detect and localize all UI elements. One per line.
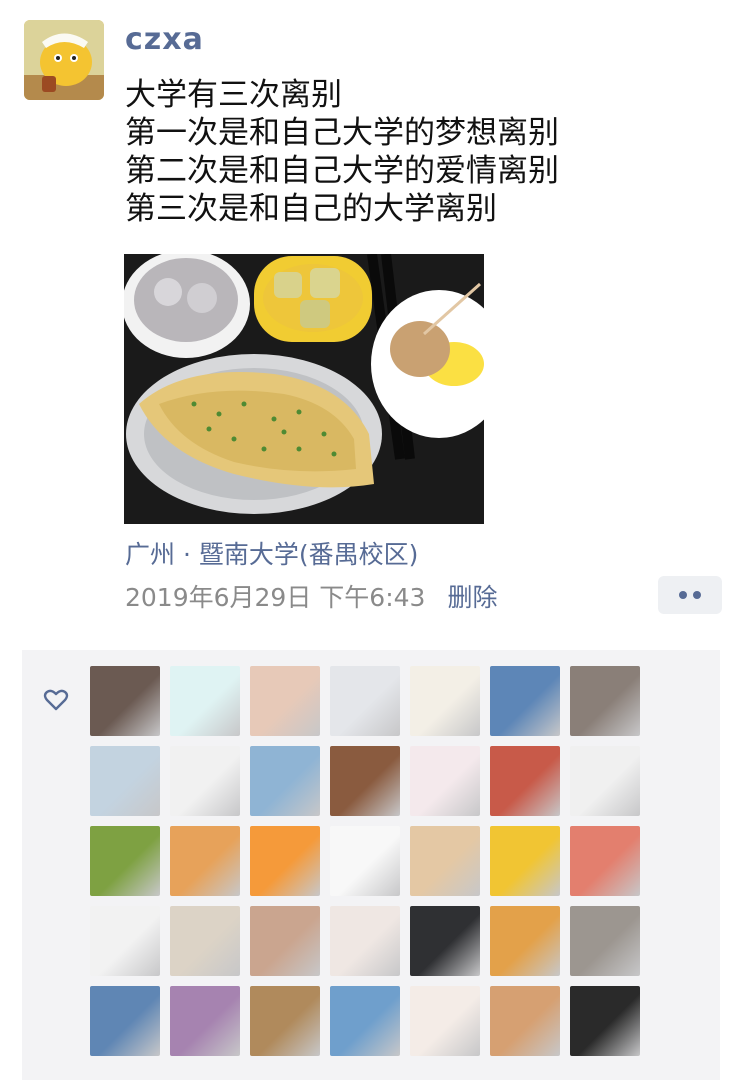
like-avatar[interactable] — [570, 986, 640, 1056]
like-avatar[interactable] — [250, 906, 320, 976]
like-avatar[interactable] — [330, 666, 400, 736]
like-avatar[interactable] — [410, 746, 480, 816]
post-location[interactable]: 广州 · 暨南大学(番禺校区) — [125, 535, 418, 571]
like-avatar[interactable] — [570, 746, 640, 816]
like-avatar[interactable] — [90, 986, 160, 1056]
post-text-line: 第一次是和自己大学的梦想离别 — [125, 115, 559, 151]
post-text: 大学有三次离别 第一次是和自己大学的梦想离别 第二次是和自己大学的爱情离别 第三… — [125, 76, 559, 228]
more-dot — [693, 591, 701, 599]
like-avatar[interactable] — [170, 666, 240, 736]
more-actions-button[interactable] — [658, 576, 722, 614]
like-avatar[interactable] — [410, 986, 480, 1056]
post-timestamp: 2019年6月29日 下午6:43 — [125, 583, 426, 612]
delete-button[interactable]: 删除 — [447, 583, 497, 612]
post-text-line: 第二次是和自己大学的爱情离别 — [125, 153, 559, 189]
like-avatar[interactable] — [410, 826, 480, 896]
username[interactable]: czxa — [125, 22, 204, 57]
like-avatar[interactable] — [170, 826, 240, 896]
like-avatar[interactable] — [490, 826, 560, 896]
like-avatar[interactable] — [490, 746, 560, 816]
like-avatar[interactable] — [410, 906, 480, 976]
user-avatar[interactable] — [24, 20, 104, 100]
like-avatar[interactable] — [90, 826, 160, 896]
like-avatar[interactable] — [90, 746, 160, 816]
like-avatar[interactable] — [490, 906, 560, 976]
like-avatar[interactable] — [170, 906, 240, 976]
like-avatar[interactable] — [90, 906, 160, 976]
post-text-line: 第三次是和自己的大学离别 — [125, 191, 497, 227]
heart-outline-icon — [42, 686, 70, 714]
like-avatar[interactable] — [490, 666, 560, 736]
post-meta: 2019年6月29日 下午6:43 删除 — [125, 578, 497, 614]
like-avatar[interactable] — [250, 826, 320, 896]
like-avatar[interactable] — [570, 666, 640, 736]
more-dot — [679, 591, 687, 599]
like-avatar[interactable] — [170, 746, 240, 816]
like-avatar[interactable] — [330, 906, 400, 976]
like-avatar[interactable] — [330, 986, 400, 1056]
like-avatar[interactable] — [410, 666, 480, 736]
like-avatar[interactable] — [90, 666, 160, 736]
like-avatar[interactable] — [330, 826, 400, 896]
like-avatar[interactable] — [250, 746, 320, 816]
like-avatar[interactable] — [570, 826, 640, 896]
post-photo[interactable] — [124, 254, 484, 524]
post-text-line: 大学有三次离别 — [125, 77, 342, 113]
like-avatar[interactable] — [490, 986, 560, 1056]
like-avatar[interactable] — [250, 666, 320, 736]
like-avatar[interactable] — [250, 986, 320, 1056]
like-avatar[interactable] — [570, 906, 640, 976]
like-avatar[interactable] — [330, 746, 400, 816]
like-avatar[interactable] — [170, 986, 240, 1056]
